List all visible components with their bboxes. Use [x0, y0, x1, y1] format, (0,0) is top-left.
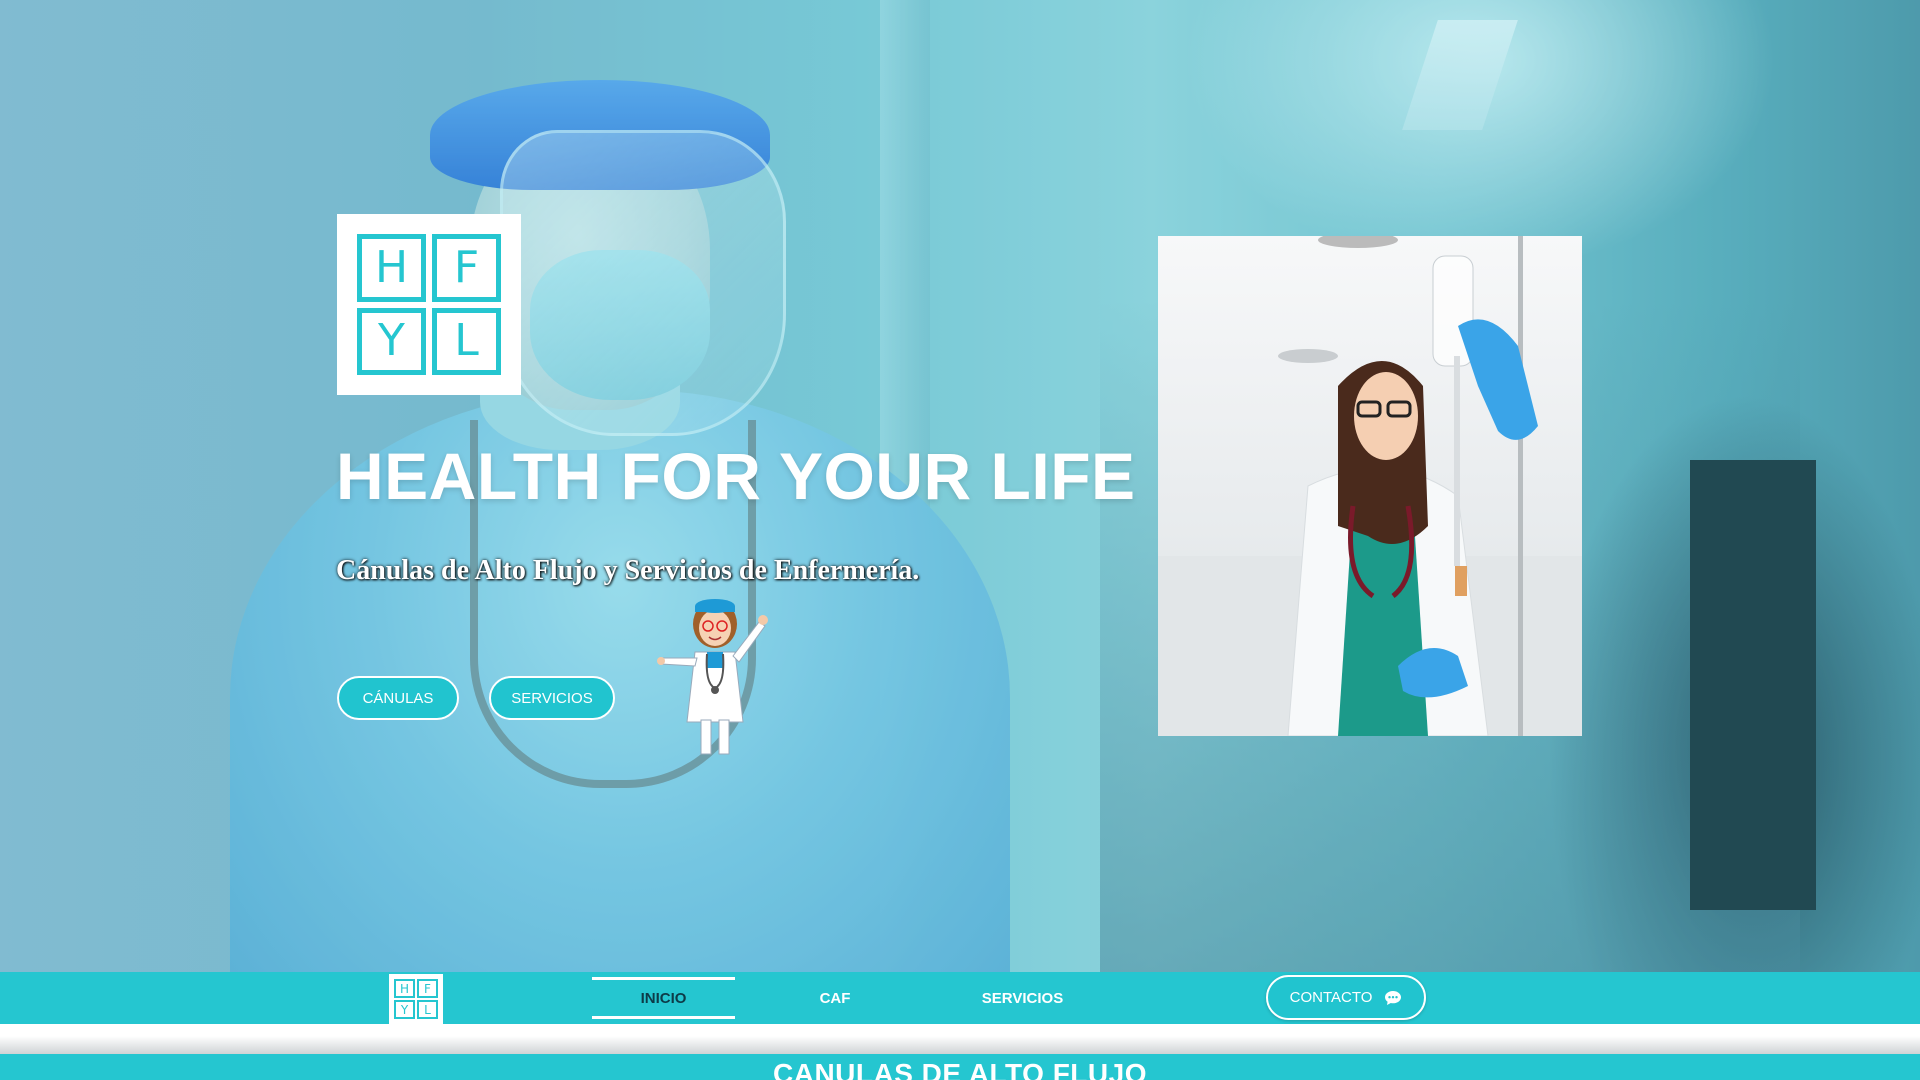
- hero-logo-letter: H: [357, 234, 426, 302]
- navbar-logo[interactable]: H F Y L: [389, 974, 443, 1024]
- navbar-logo-letter: H: [394, 979, 415, 998]
- chat-bubble-icon: [1385, 990, 1402, 1005]
- section-title: CANULAS DE ALTO FLUJO: [773, 1058, 1147, 1080]
- servicios-button[interactable]: SERVICIOS: [489, 676, 615, 720]
- hero-logo-letter: F: [432, 234, 501, 302]
- navbar-logo-letter: Y: [394, 1000, 415, 1019]
- nav-item-servicios[interactable]: SERVICIOS: [960, 972, 1085, 1024]
- nav-item-inicio[interactable]: INICIO: [592, 977, 735, 1019]
- navbar-logo-letter: L: [417, 1000, 438, 1019]
- page: H F Y L HEALTH FOR YOUR LIFE Cánulas de …: [0, 0, 1920, 1080]
- section-divider: [0, 1024, 1920, 1054]
- hero-subtitle: Cánulas de Alto Flujo y Servicios de Enf…: [336, 555, 920, 586]
- nav-item-caf[interactable]: CAF: [780, 972, 890, 1024]
- hero-title: HEALTH FOR YOUR LIFE: [336, 439, 1136, 513]
- hero-section: H F Y L HEALTH FOR YOUR LIFE Cánulas de …: [0, 0, 1920, 972]
- nurse-photo: [1158, 236, 1582, 736]
- canulas-button[interactable]: CÁNULAS: [337, 676, 459, 720]
- contacto-label: CONTACTO: [1289, 989, 1373, 1006]
- hero-logo-letter: L: [432, 307, 501, 375]
- main-navbar: H F Y L INICIO CAF SERVICIOS CONTACTO: [0, 972, 1920, 1024]
- navbar-logo-letter: F: [417, 979, 438, 998]
- canulas-section-header: CANULAS DE ALTO FLUJO: [0, 1054, 1920, 1080]
- cartoon-nurse-illustration: [657, 599, 768, 755]
- contacto-button[interactable]: CONTACTO: [1266, 975, 1426, 1020]
- hero-logo: H F Y L: [337, 214, 521, 395]
- navbar-logo-grid: H F Y L: [394, 979, 438, 1019]
- hero-logo-letter: Y: [357, 307, 426, 375]
- nurse-photo-illustration: [1158, 236, 1582, 736]
- hero-logo-grid: H F Y L: [357, 234, 501, 375]
